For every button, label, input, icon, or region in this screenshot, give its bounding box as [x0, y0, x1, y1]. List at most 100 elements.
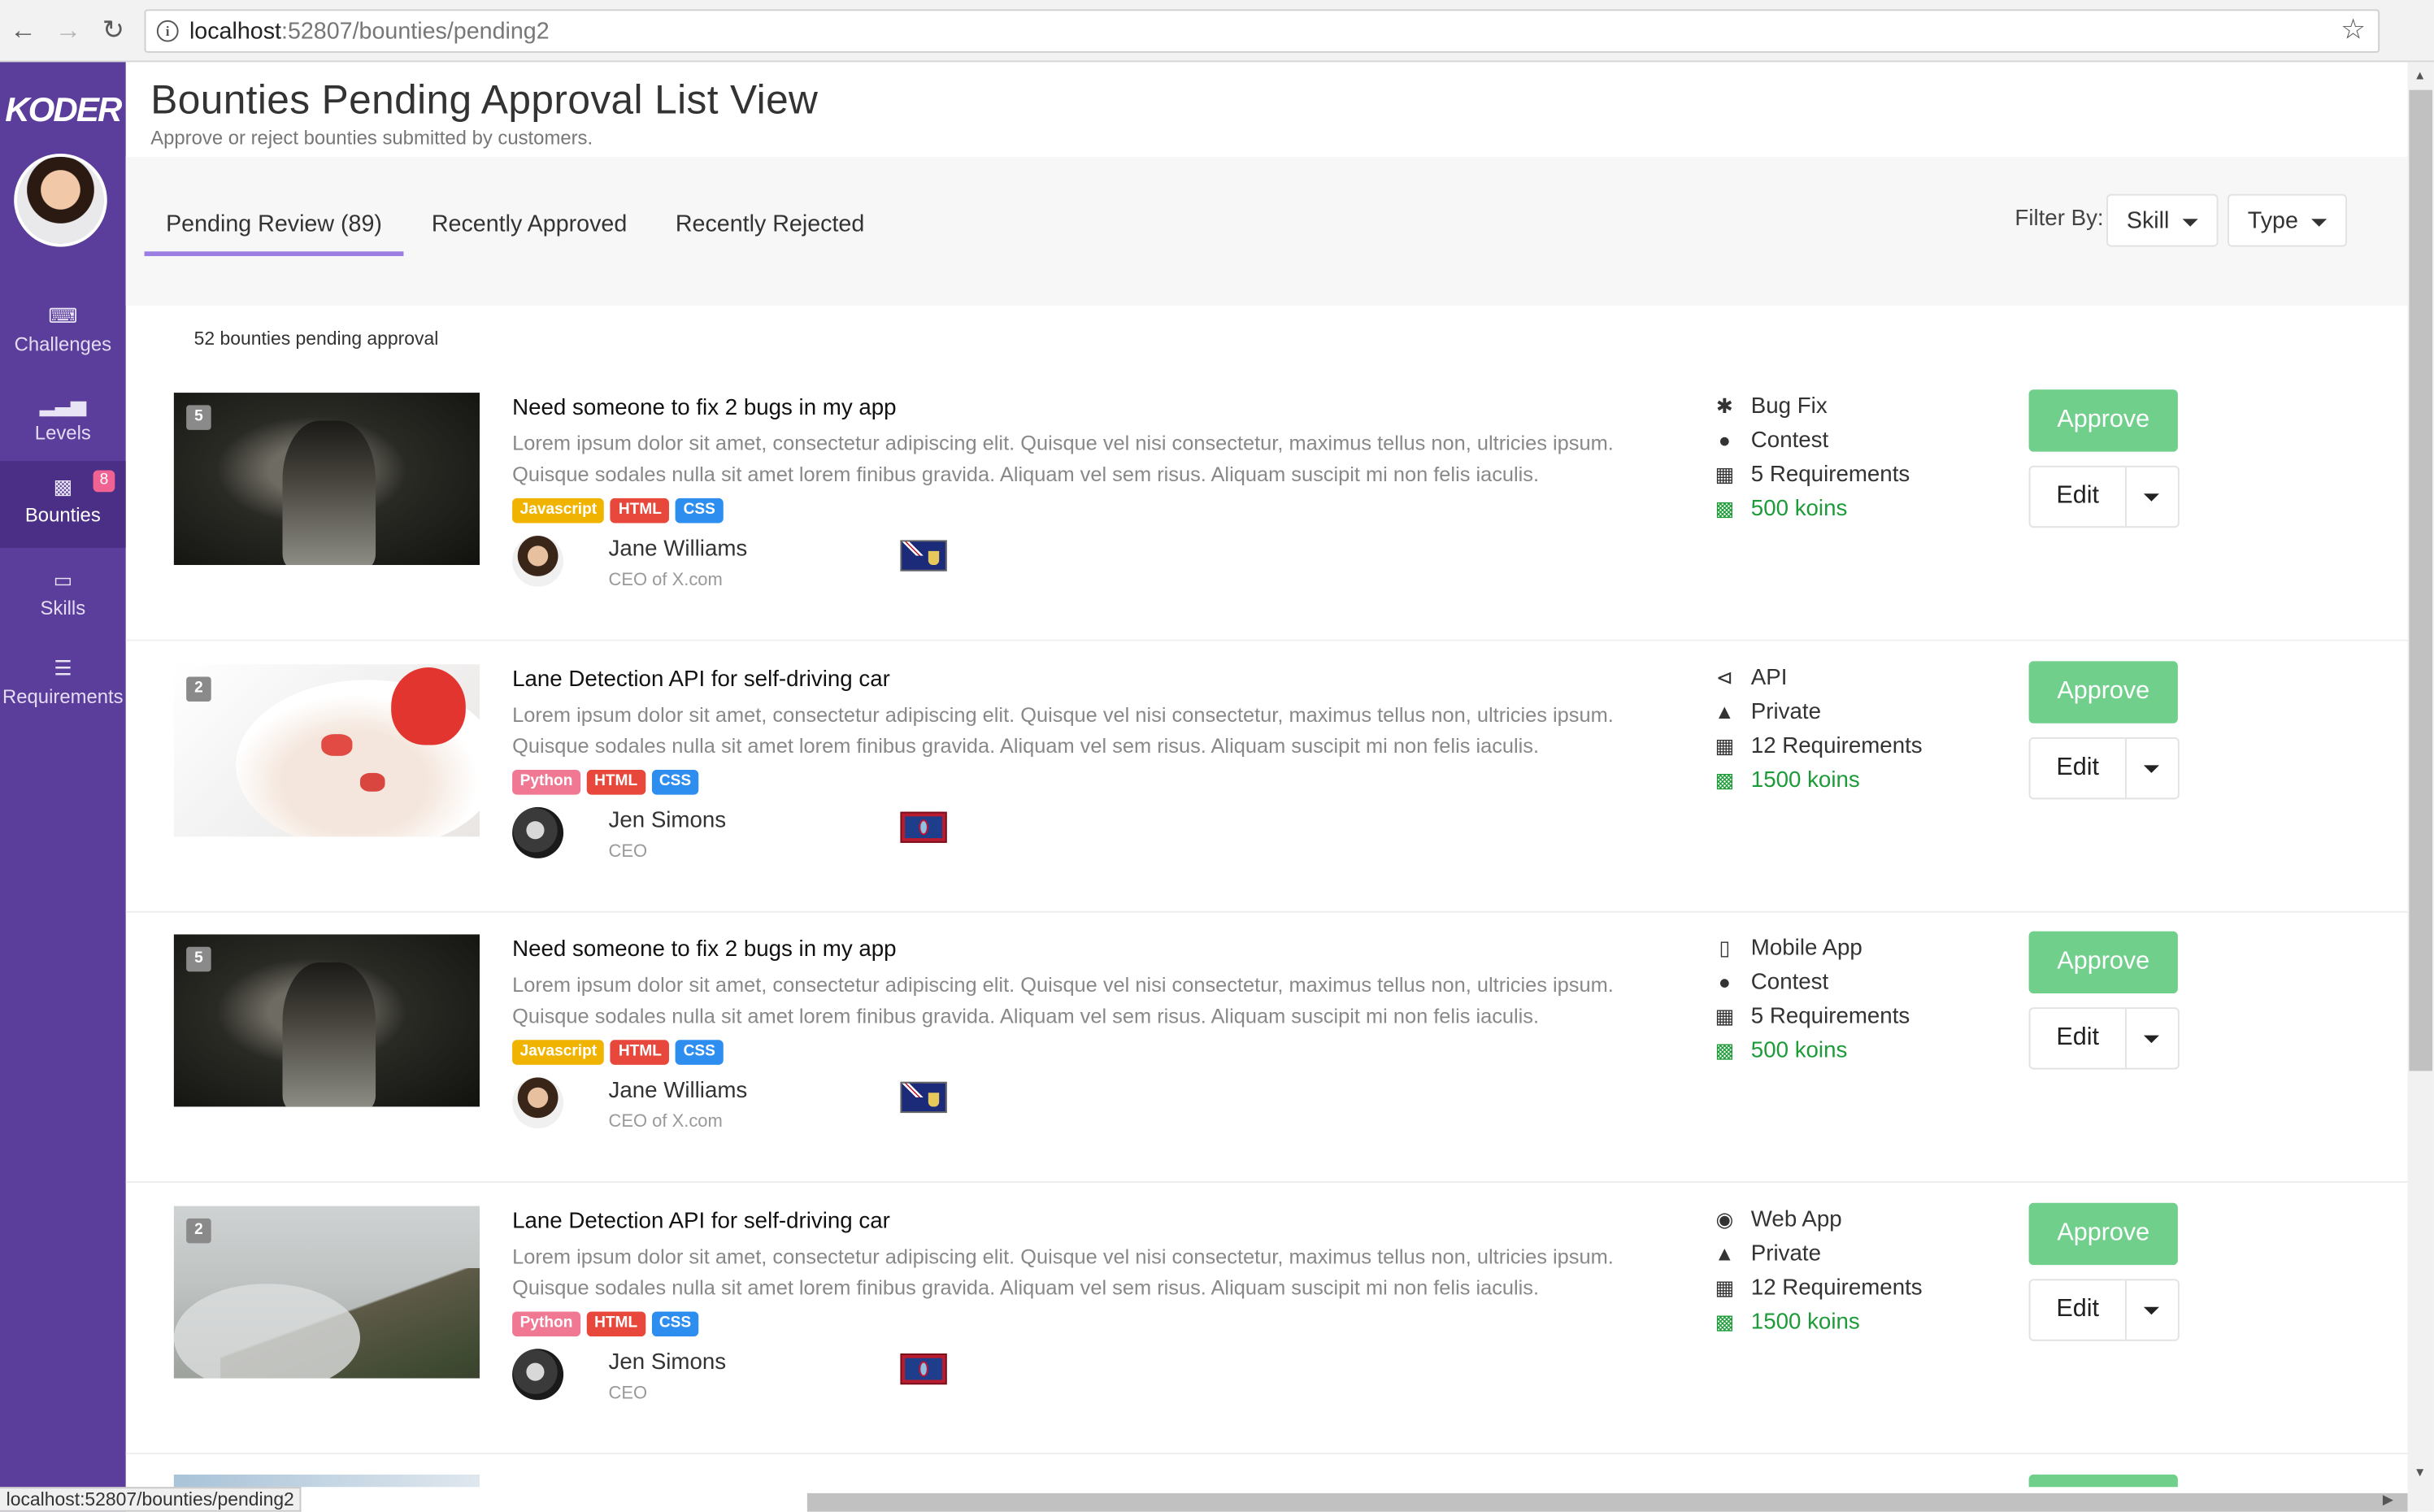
description-line: Lorem ipsum dolor sit amet, consectetur …: [512, 702, 1614, 727]
customer-avatar[interactable]: [512, 535, 564, 587]
description-line: Quisque sodales nulla sit amet lorem fin…: [512, 463, 1540, 486]
sidebar-item-requirements[interactable]: ☰ Requirements: [0, 647, 126, 731]
scroll-down-icon[interactable]: ▼: [2414, 1465, 2426, 1479]
bookmark-star-icon[interactable]: ☆: [2341, 14, 2366, 46]
reward-label: 500 koins: [1750, 1038, 1848, 1063]
info-icon[interactable]: i: [156, 20, 179, 42]
skill-tags: Python HTML CSS: [512, 765, 705, 795]
bounty-title[interactable]: Lane Detection API for self-driving car: [512, 667, 890, 693]
koder-logo[interactable]: KODER: [0, 90, 126, 131]
browser-window: ← → ↻ i localhost:52807/bounties/pending…: [0, 0, 2434, 1512]
description-line: Lorem ipsum dolor sit amet, consectetur …: [512, 1245, 1614, 1268]
sidebar-item-label: Levels: [34, 422, 91, 445]
country-flag-icon: [900, 811, 947, 843]
skill-tag: Python: [512, 770, 580, 795]
flag-emblem: [919, 1361, 928, 1377]
address-bar[interactable]: i localhost:52807/bounties/pending2 ☆: [144, 9, 2380, 53]
approve-button[interactable]: Approve: [2028, 661, 2178, 723]
bounty-requirements: ▦ 5 Requirements: [1712, 463, 1910, 497]
tab-recently-rejected[interactable]: Recently Rejected: [663, 210, 876, 256]
bounty-title[interactable]: Need someone to fix 2 bugs in my app: [512, 396, 896, 421]
edit-button-group: Edit: [2028, 1279, 2180, 1341]
chevron-down-icon: [2310, 218, 2327, 226]
scroll-right-icon[interactable]: ▶: [2383, 1492, 2393, 1509]
approve-button[interactable]: Approve: [2028, 389, 2178, 452]
skill-tag: HTML: [611, 497, 670, 524]
customer-name[interactable]: Jane Williams: [608, 1079, 747, 1104]
skill-tag: HTML: [586, 1311, 645, 1336]
customer-avatar[interactable]: [512, 1077, 564, 1129]
reload-icon[interactable]: ↻: [96, 14, 130, 48]
scrollbar-thumb[interactable]: [2409, 89, 2433, 1071]
thumbnail-badge: 2: [186, 1218, 211, 1244]
bounty-row: 2 Lane Detection API for self-driving ca…: [125, 641, 2408, 913]
vertical-scrollbar[interactable]: ▲ ▼: [2407, 62, 2434, 1512]
edit-button-group: Edit: [2028, 1007, 2180, 1070]
bounty-description: Lorem ipsum dolor sit amet, consectetur …: [512, 1242, 1645, 1304]
user-avatar[interactable]: [14, 154, 107, 247]
customer-name[interactable]: Jane Williams: [608, 537, 747, 563]
sidebar-item-challenges[interactable]: ⌨ Challenges: [0, 295, 126, 379]
back-icon[interactable]: ←: [7, 14, 41, 48]
scroll-up-icon[interactable]: ▲: [2414, 68, 2426, 82]
browser-toolbar: ← → ↻ i localhost:52807/bounties/pending…: [0, 0, 2434, 63]
tab-recently-approved[interactable]: Recently Approved: [420, 210, 637, 256]
keyboard-icon: ⌨: [48, 304, 78, 328]
approve-button[interactable]: Approve: [2028, 931, 2178, 994]
chevron-down-icon[interactable]: [2143, 1035, 2159, 1044]
chevron-down-icon: [2181, 218, 2197, 226]
edit-button[interactable]: Edit: [2030, 738, 2127, 798]
customer-name[interactable]: Jen Simons: [608, 1350, 726, 1375]
bounty-thumbnail[interactable]: 2: [173, 1206, 480, 1379]
description-line: Quisque sodales nulla sit amet lorem fin…: [512, 734, 1540, 758]
sidebar-item-skills[interactable]: ▭ Skills: [0, 558, 126, 642]
bounty-row: 2 Lane Detection API for self-driving ca…: [125, 1183, 2408, 1455]
customer-name[interactable]: Jen Simons: [608, 809, 726, 834]
money-icon: ▩: [1715, 768, 1735, 792]
skill-tags: Javascript HTML CSS: [512, 493, 729, 524]
description-line: Lorem ipsum dolor sit amet, consectetur …: [512, 431, 1614, 455]
mobile-icon: ▯: [1719, 936, 1731, 960]
bounty-title[interactable]: Need someone to fix 2 bugs in my app: [512, 937, 896, 962]
country-flag-icon: [900, 540, 947, 571]
forward-icon[interactable]: →: [51, 14, 85, 48]
next-row-thumbnail-partial: [173, 1474, 480, 1488]
trophy-icon: ▲: [1715, 700, 1735, 723]
edit-button[interactable]: Edit: [2030, 1280, 2127, 1340]
bounty-mode-label: Private: [1750, 1241, 1821, 1267]
sidebar-item-bounties[interactable]: ▩ Bounties 8: [0, 461, 126, 549]
chevron-down-icon[interactable]: [2143, 493, 2159, 502]
sidebar-item-levels[interactable]: ▂▃▅ Levels: [0, 384, 126, 467]
bounty-row: 5 Need someone to fix 2 bugs in my app L…: [125, 369, 2408, 641]
bounty-requirements: ▦ 5 Requirements: [1712, 1004, 1910, 1038]
bounty-thumbnail[interactable]: 2: [173, 664, 480, 837]
edit-button[interactable]: Edit: [2030, 467, 2127, 527]
skill-tag: CSS: [676, 497, 724, 524]
bounty-row: 5 Need someone to fix 2 bugs in my app L…: [125, 911, 2408, 1183]
customer-avatar[interactable]: [512, 1349, 564, 1401]
address-url: localhost:52807/bounties/pending2: [189, 19, 550, 45]
bounty-type: ⊲ API: [1712, 666, 1923, 700]
pending-count: 52 bounties pending approval: [193, 327, 439, 350]
bounty-thumbnail[interactable]: 5: [173, 934, 480, 1107]
bounty-mode-label: Private: [1750, 700, 1821, 725]
country-flag-icon: [900, 1081, 947, 1114]
bounty-title[interactable]: Lane Detection API for self-driving car: [512, 1209, 890, 1234]
horizontal-scrollbar[interactable]: [806, 1492, 2408, 1512]
customer-avatar[interactable]: [512, 806, 564, 858]
bounty-thumbnail[interactable]: 5: [173, 393, 480, 566]
edit-button-group: Edit: [2028, 465, 2180, 528]
sidebar-item-label: Bounties: [24, 504, 101, 527]
chevron-down-icon[interactable]: [2143, 765, 2159, 773]
tab-pending-review[interactable]: Pending Review (89): [144, 210, 404, 257]
thumbnail-badge: 5: [186, 946, 211, 972]
edit-button[interactable]: Edit: [2030, 1009, 2127, 1068]
description-line: Lorem ipsum dolor sit amet, consectetur …: [512, 973, 1614, 997]
approve-button[interactable]: Approve: [2028, 1202, 2178, 1266]
url-path: :52807/bounties/pending2: [280, 18, 550, 46]
type-filter-dropdown[interactable]: Type: [2227, 193, 2347, 247]
chevron-down-icon[interactable]: [2143, 1306, 2159, 1315]
skill-tag: Javascript: [512, 497, 605, 524]
skill-tag: CSS: [676, 1040, 724, 1065]
skill-filter-dropdown[interactable]: Skill: [2106, 193, 2218, 247]
